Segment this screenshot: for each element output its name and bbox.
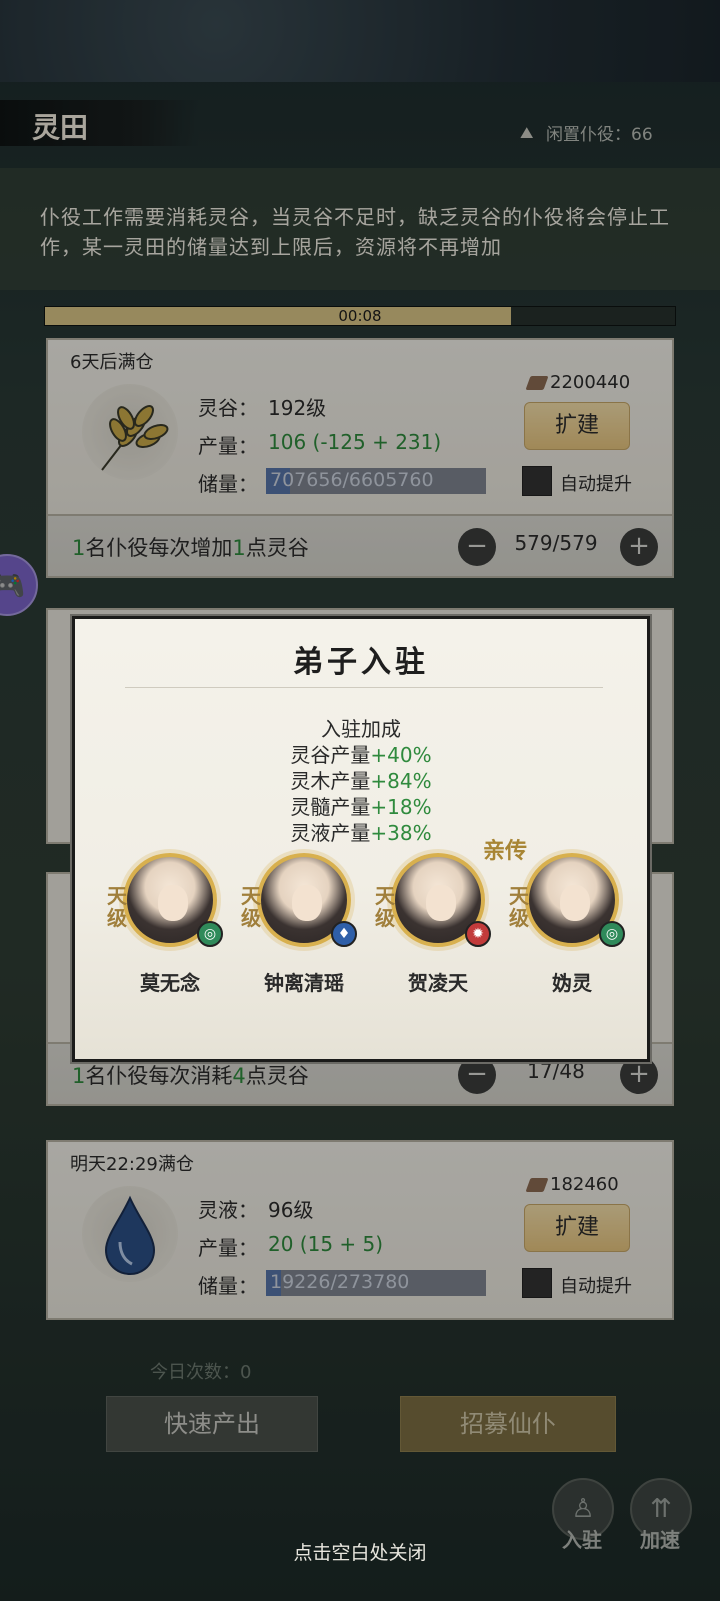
bonus-name: 灵液产量	[290, 821, 371, 845]
modal-title: 弟子入驻	[293, 645, 429, 680]
close-hint: 点击空白处关闭	[293, 1542, 427, 1564]
disciple-slot[interactable]: 天级 ◎ 妫灵	[507, 845, 637, 1005]
portrait-face	[426, 885, 456, 921]
disciple-slot[interactable]: 天级 ✹ 贺凌天	[373, 845, 503, 1005]
bonus-line: 灵液产量+38%	[75, 817, 647, 846]
bonus-name: 灵髓产量	[290, 795, 371, 819]
disciple-name: 妫灵	[552, 971, 592, 995]
element-icon: ◎	[599, 921, 625, 947]
disciple-name: 贺凌天	[408, 971, 468, 995]
element-icon: ◎	[197, 921, 223, 947]
disciple-name: 莫无念	[140, 971, 200, 995]
tier-badge: 天级	[107, 884, 127, 930]
portrait-face	[292, 885, 322, 921]
element-icon: ✹	[465, 921, 491, 947]
bonus-value: +40%	[370, 743, 432, 767]
bonus-name: 灵谷产量	[290, 743, 371, 767]
portrait-face	[158, 885, 188, 921]
bonus-line: 灵谷产量+40%	[75, 739, 647, 768]
bonus-value: +18%	[370, 795, 432, 819]
bonus-value: +84%	[370, 769, 432, 793]
element-icon: ♦	[331, 921, 357, 947]
bonus-line: 灵木产量+84%	[75, 765, 647, 794]
bonus-name: 灵木产量	[290, 769, 371, 793]
bonus-title: 入驻加成	[321, 717, 401, 741]
tier-badge: 天级	[509, 884, 529, 930]
tier-badge: 天级	[241, 884, 261, 930]
disciple-station-modal: 弟子入驻 入驻加成 灵谷产量+40% 灵木产量+84% 灵髓产量+18% 灵液产…	[72, 616, 650, 1062]
bonus-value: +38%	[370, 821, 432, 845]
disciple-name: 钟离清瑶	[264, 971, 344, 995]
disciple-slot[interactable]: 天级 ◎ 莫无念	[105, 845, 235, 1005]
bonus-line: 灵髓产量+18%	[75, 791, 647, 820]
tier-badge: 天级	[375, 884, 395, 930]
modal-divider	[125, 687, 603, 688]
disciple-slot[interactable]: 天级 ♦ 钟离清瑶	[239, 845, 369, 1005]
portrait-face	[560, 885, 590, 921]
